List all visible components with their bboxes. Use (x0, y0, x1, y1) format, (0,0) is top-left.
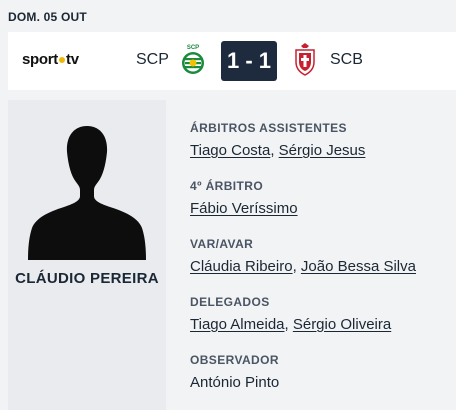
match-header: sport tv SCP SCP 1 - 1 SCB (8, 32, 456, 90)
official-link[interactable]: João Bessa Silva (301, 258, 416, 275)
away-team-code[interactable]: SCB (330, 51, 363, 69)
home-team-crest-icon[interactable]: SCP (180, 43, 206, 77)
broadcaster-logo-left: sport (22, 51, 59, 68)
group-title: OBSERVADOR (190, 353, 279, 367)
home-crest-text: SCP (187, 45, 199, 51)
group-title: 4º ÁRBITRO (190, 179, 264, 193)
referee-card[interactable]: CLÁUDIO PEREIRA (8, 100, 166, 410)
var-group: VAR/AVAR Cláudia Ribeiro, João Bessa Sil… (190, 236, 452, 277)
match-date: DOM. 05 OUT (8, 10, 87, 24)
official-link[interactable]: Cláudia Ribeiro (190, 258, 293, 275)
delegates-group: DELEGADOS Tiago Almeida, Sérgio Oliveira (190, 294, 452, 335)
official-names: Cláudia Ribeiro, João Bessa Silva (190, 258, 416, 275)
group-title: DELEGADOS (190, 295, 270, 309)
official-names: Fábio Veríssimo (190, 199, 452, 219)
group-title: ÁRBITROS ASSISTENTES (190, 121, 347, 135)
broadcaster-dot (59, 56, 66, 63)
match-officials: ÁRBITROS ASSISTENTES Tiago Costa, Sérgio… (190, 120, 452, 410)
broadcaster-logo-right: tv (66, 51, 79, 68)
referee-name[interactable]: CLÁUDIO PEREIRA (8, 270, 166, 287)
home-team-code[interactable]: SCP (136, 51, 169, 69)
official-name: António Pinto (190, 374, 280, 391)
away-team-crest-icon[interactable] (292, 43, 318, 77)
official-link[interactable]: Tiago Almeida (190, 316, 285, 333)
match-score[interactable]: 1 - 1 (221, 41, 277, 81)
assistant-referees-group: ÁRBITROS ASSISTENTES Tiago Costa, Sérgio… (190, 120, 452, 161)
official-names: Tiago Almeida, Sérgio Oliveira (190, 316, 392, 333)
group-title: VAR/AVAR (190, 237, 254, 251)
official-link[interactable]: Fábio Veríssimo (190, 200, 298, 217)
official-names: Tiago Costa, Sérgio Jesus (190, 142, 366, 159)
broadcaster-logo: sport tv (22, 51, 79, 68)
official-link[interactable]: Sérgio Oliveira (293, 316, 391, 333)
official-names: António Pinto (190, 373, 452, 393)
observer-group: OBSERVADOR António Pinto (190, 352, 452, 393)
person-silhouette-icon (28, 126, 146, 260)
official-link[interactable]: Sérgio Jesus (279, 142, 366, 159)
fourth-referee-group: 4º ÁRBITRO Fábio Veríssimo (190, 178, 452, 219)
official-link[interactable]: Tiago Costa (190, 142, 270, 159)
